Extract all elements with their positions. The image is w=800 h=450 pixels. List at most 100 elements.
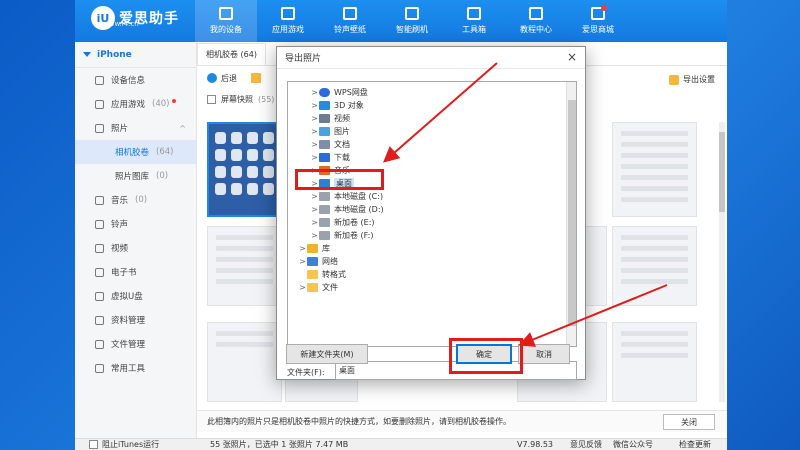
nav-label: 教程中心 bbox=[520, 25, 552, 34]
export-settings-button[interactable]: 导出设置 bbox=[669, 74, 715, 85]
sidebar-item-photo-library[interactable]: 照片图库 (0) bbox=[75, 164, 196, 188]
chevron-right-icon: > bbox=[311, 192, 318, 201]
grid-icon bbox=[95, 363, 104, 373]
sidebar-item-music[interactable]: 音乐 (0) bbox=[75, 188, 196, 212]
tree-item-label: 视频 bbox=[334, 114, 350, 123]
photo-thumbnail[interactable] bbox=[612, 226, 697, 306]
cancel-button[interactable]: 取消 bbox=[518, 344, 570, 364]
folder-icon bbox=[307, 283, 318, 292]
sidebar-item-ringtones[interactable]: 铃声 bbox=[75, 212, 196, 236]
nav-smart-flash[interactable]: 智能刷机 bbox=[381, 0, 443, 42]
nav-my-device[interactable]: 我的设备 bbox=[195, 0, 257, 42]
chevron-right-icon: > bbox=[299, 257, 306, 266]
sidebar-item-label: 常用工具 bbox=[111, 364, 146, 374]
tree-item-label: 库 bbox=[322, 244, 330, 253]
tree-item-convert-folder[interactable]: 转格式 bbox=[298, 268, 346, 281]
tree-item-libraries[interactable]: > 库 bbox=[298, 242, 330, 255]
device-header[interactable]: iPhone bbox=[75, 42, 196, 68]
video-icon bbox=[95, 243, 104, 253]
photo-grid-scrollbar[interactable] bbox=[719, 122, 725, 402]
sidebar-item-common-tools[interactable]: 常用工具 bbox=[75, 356, 196, 380]
feedback-link[interactable]: 意见反馈 bbox=[570, 439, 602, 450]
block-itunes-toggle[interactable]: 阻止iTunes运行 bbox=[89, 439, 159, 450]
nav-label: 智能刷机 bbox=[396, 25, 428, 34]
tree-item-3d-objects[interactable]: >3D 对象 bbox=[310, 99, 364, 112]
annotation-highlight-desktop bbox=[295, 169, 384, 190]
chevron-right-icon: > bbox=[311, 127, 318, 136]
folder-tree-scrollbar[interactable] bbox=[566, 82, 576, 346]
tree-item-videos[interactable]: > 视频 bbox=[310, 112, 350, 125]
tree-item-label: 本地磁盘 (C:) bbox=[334, 192, 384, 201]
tree-item-drive-e[interactable]: > 新加卷 (E:) bbox=[310, 216, 375, 229]
scrollbar-thumb[interactable] bbox=[568, 100, 576, 326]
tree-item-drive-d[interactable]: > 本地磁盘 (D:) bbox=[310, 203, 384, 216]
sidebar-item-camera-roll[interactable]: 相机胶卷 (64) bbox=[75, 140, 196, 164]
selection-summary: 55 张照片，已选中 1 张照片 7.47 MB bbox=[210, 440, 349, 449]
photo-thumbnail[interactable] bbox=[207, 226, 282, 306]
tree-item-drive-f[interactable]: > 新加卷 (F:) bbox=[310, 229, 373, 242]
nav-tutorials[interactable]: 教程中心 bbox=[505, 0, 567, 42]
sidebar-item-data-management[interactable]: 资料管理 bbox=[75, 308, 196, 332]
nav-label: 我的设备 bbox=[210, 25, 242, 34]
tab-camera-roll[interactable]: 相机胶卷 (64) bbox=[197, 43, 266, 65]
sidebar-item-ebooks[interactable]: 电子书 bbox=[75, 260, 196, 284]
top-navigation-bar: iU 爱思助手 www.i4.cn 我的设备 应用游戏 铃声壁纸 智能刷机 工具… bbox=[75, 0, 727, 42]
chevron-right-icon: > bbox=[311, 88, 318, 97]
picture-icon bbox=[319, 127, 330, 136]
nav-ringtones-wallpapers[interactable]: 铃声壁纸 bbox=[319, 0, 381, 42]
back-button[interactable]: 后退 bbox=[207, 73, 237, 84]
close-button[interactable]: 关闭 bbox=[663, 414, 715, 430]
drive-icon bbox=[319, 192, 330, 201]
chevron-right-icon: > bbox=[311, 153, 318, 162]
photo-thumbnail-selected[interactable] bbox=[207, 122, 282, 217]
import-button[interactable] bbox=[251, 73, 261, 83]
chevron-right-icon: > bbox=[311, 231, 318, 240]
apps-icon bbox=[95, 99, 104, 109]
device-name: iPhone bbox=[97, 49, 132, 60]
photo-thumbnail[interactable] bbox=[612, 122, 697, 217]
nav-shop[interactable]: 爱思商城 bbox=[567, 0, 629, 42]
wechat-link[interactable]: 微信公众号 bbox=[613, 439, 653, 450]
close-icon[interactable]: × bbox=[567, 50, 577, 64]
check-update-link[interactable]: 检查更新 bbox=[679, 439, 711, 450]
new-folder-button[interactable]: 新建文件夹(M) bbox=[286, 344, 368, 364]
version-label: V7.98.53 bbox=[517, 440, 554, 449]
chevron-right-icon: > bbox=[311, 114, 318, 123]
sidebar-item-file-management[interactable]: 文件管理 bbox=[75, 332, 196, 356]
scrollbar-thumb[interactable] bbox=[719, 132, 725, 212]
sidebar-item-photos[interactable]: 照片 ^ bbox=[75, 116, 196, 140]
document-icon bbox=[319, 140, 330, 149]
sidebar-item-label: 音乐 bbox=[111, 196, 129, 206]
sidebar-item-label: 视频 bbox=[111, 244, 129, 254]
nav-apps-games[interactable]: 应用游戏 bbox=[257, 0, 319, 42]
nav-toolbox[interactable]: 工具箱 bbox=[443, 0, 505, 42]
back-label: 后退 bbox=[221, 73, 237, 83]
photo-thumbnail[interactable] bbox=[612, 322, 697, 402]
flash-icon bbox=[405, 7, 419, 20]
sidebar-item-device-info[interactable]: 设备信息 bbox=[75, 68, 196, 92]
network-icon bbox=[307, 257, 318, 266]
block-itunes-checkbox[interactable] bbox=[89, 440, 98, 449]
select-all-checkbox[interactable] bbox=[207, 94, 216, 104]
photo-icon bbox=[95, 123, 104, 133]
tree-item-pictures[interactable]: > 图片 bbox=[310, 125, 350, 138]
sidebar-item-video[interactable]: 视频 bbox=[75, 236, 196, 260]
drive-icon bbox=[319, 218, 330, 227]
sidebar-item-label: 资料管理 bbox=[111, 316, 146, 326]
tree-item-network[interactable]: > 网络 bbox=[298, 255, 338, 268]
tree-item-wps-cloud[interactable]: > WPS网盘 bbox=[310, 86, 368, 99]
tree-item-files-folder[interactable]: > 文件 bbox=[298, 281, 338, 294]
tree-item-label: 文档 bbox=[334, 140, 350, 149]
download-icon bbox=[319, 153, 330, 162]
tree-item-downloads[interactable]: > 下载 bbox=[310, 151, 350, 164]
tree-item-label: 网络 bbox=[322, 257, 338, 266]
photo-thumbnail[interactable] bbox=[207, 322, 282, 402]
tree-item-drive-c[interactable]: > 本地磁盘 (C:) bbox=[310, 190, 383, 203]
block-itunes-label: 阻止iTunes运行 bbox=[102, 440, 160, 449]
drive-icon bbox=[319, 205, 330, 214]
tree-item-documents[interactable]: > 文档 bbox=[310, 138, 350, 151]
notification-dot bbox=[172, 99, 177, 103]
sidebar-item-apps[interactable]: 应用游戏 (40) bbox=[75, 92, 196, 116]
sidebar-item-label: 相机胶卷 bbox=[115, 148, 150, 158]
sidebar-item-virtual-udisk[interactable]: 虚拟U盘 bbox=[75, 284, 196, 308]
